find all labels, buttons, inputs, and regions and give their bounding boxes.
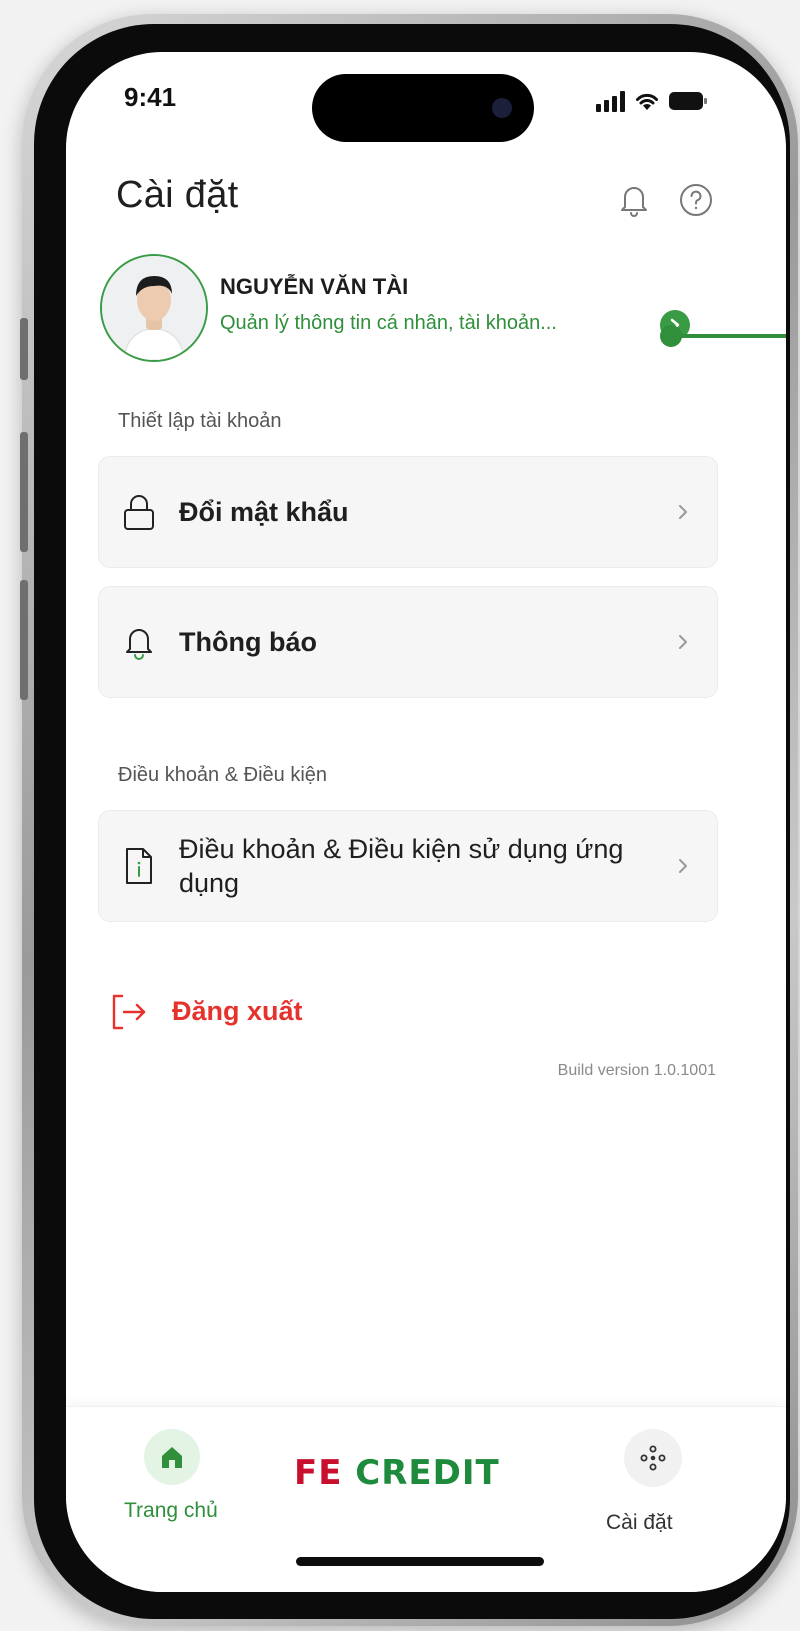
menu-item-change-password[interactable]: Đổi mật khẩu [98,456,718,568]
nav-home[interactable]: Trang chủ [118,1429,228,1522]
profile-card[interactable]: NGUYỄN VĂN TÀI Quản lý thông tin cá nhân… [100,254,720,366]
status-bar: 9:41 [66,52,786,152]
wifi-icon [636,93,658,110]
document-info-icon [121,846,157,886]
page-title: Cài đặt [116,174,239,216]
avatar [100,254,208,362]
bell-icon[interactable] [614,180,654,220]
build-version: Build version 1.0.1001 [557,1062,716,1079]
side-button-silent [20,318,28,380]
profile-subtitle: Quản lý thông tin cá nhân, tài khoản... [220,312,557,334]
signal-icon [596,90,625,112]
bell-icon [121,622,157,662]
lock-icon [121,492,157,532]
logo-text-credit: CREDIT [355,1453,500,1493]
menu-item-label: Thông báo [179,626,317,657]
side-button-volume-down [20,580,28,700]
status-time: 9:41 [124,82,177,112]
menu-item-notifications[interactable]: Thông báo [98,586,718,698]
dots-grid-icon [624,1429,682,1487]
menu-item-label: Đổi mật khẩu [179,496,349,527]
nav-home-label: Trang chủ [124,1499,218,1522]
logout-label: Đăng xuất [172,996,303,1026]
status-icons [596,86,726,112]
help-circle-icon[interactable] [676,180,716,220]
menu-item-terms[interactable]: Điều khoản & Điều kiện sử dụng ứng dụng [98,810,718,922]
side-button-volume-up [20,432,28,552]
home-icon [144,1429,200,1485]
nav-settings-label: Cài đặt [606,1511,673,1534]
nav-settings[interactable]: Cài đặt [600,1429,710,1534]
section-label-account: Thiết lập tài khoản [118,410,282,432]
dynamic-island [312,74,534,142]
app-screen: 9:41 Cài đặt NGUYỄN VĂN TÀI Quản lý thôn… [66,52,786,1592]
logo-text-fe: FE [294,1453,343,1493]
chevron-right-icon [679,505,687,519]
logout-button[interactable]: Đăng xuất [110,990,303,1034]
logout-icon [112,994,146,1030]
annotation-pointer-line [670,334,786,338]
camera-icon [492,98,512,118]
user-photo [102,256,206,360]
section-label-terms: Điều khoản & Điều kiện [118,764,328,786]
menu-item-label: Điều khoản & Điều kiện sử dụng ứng dụng [179,834,624,898]
chevron-right-icon [679,635,687,649]
annotation-pointer-dot [660,325,682,347]
fe-credit-logo: FE CREDIT [294,1453,500,1493]
home-indicator[interactable] [296,1557,544,1566]
battery-icon [669,92,707,110]
profile-name: NGUYỄN VĂN TÀI [220,274,409,299]
chevron-right-icon [679,859,687,873]
